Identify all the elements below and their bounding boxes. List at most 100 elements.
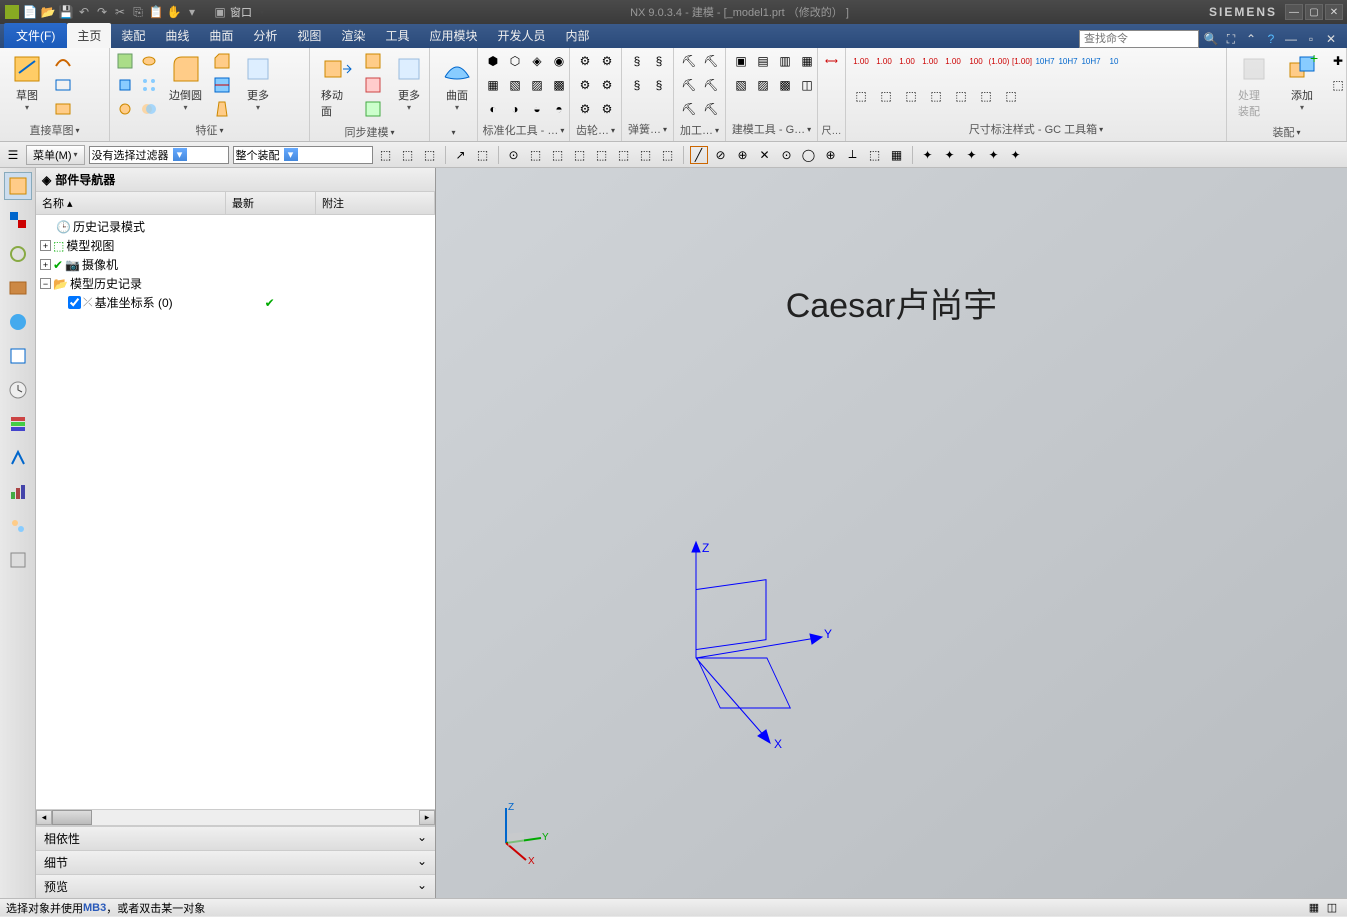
extra-3-icon[interactable]: ✦ <box>963 146 981 164</box>
search-icon[interactable]: 🔍 <box>1203 31 1219 47</box>
std-tool-3-icon[interactable]: ◈ <box>526 50 548 72</box>
mfg-4-icon[interactable]: ⛏ <box>700 74 722 96</box>
copy-icon[interactable]: ⎘ <box>130 4 146 20</box>
annot-6-icon[interactable]: ⬚ <box>975 85 997 107</box>
constraint-navigator-tab-icon[interactable] <box>4 240 32 268</box>
tab-curve[interactable]: 曲线 <box>155 23 199 48</box>
cut-icon[interactable]: ✂ <box>112 4 128 20</box>
visual-report-tab-icon[interactable] <box>4 478 32 506</box>
dim-9-icon[interactable]: 10H7 <box>1034 50 1056 72</box>
scroll-left-icon[interactable]: ◂ <box>36 810 52 825</box>
reuse-library-tab-icon[interactable] <box>4 274 32 302</box>
chevron-down-icon[interactable]: ▾ <box>715 126 719 135</box>
std-tool-2-icon[interactable]: ⬡ <box>504 50 526 72</box>
window-icon[interactable]: ▣ <box>212 4 228 20</box>
resize-face-icon[interactable] <box>362 50 384 72</box>
help-icon[interactable]: ? <box>1263 31 1279 47</box>
extra-5-icon[interactable]: ✦ <box>1007 146 1025 164</box>
model-tool-7-icon[interactable]: ▩ <box>774 74 796 96</box>
assembly-navigator-tab-icon[interactable] <box>4 206 32 234</box>
model-tool-3-icon[interactable]: ▥ <box>774 50 796 72</box>
minimize-ribbon-icon[interactable]: ⌃ <box>1243 31 1259 47</box>
sel-1-icon[interactable]: ⬚ <box>377 146 395 164</box>
sel-3-icon[interactable]: ⬚ <box>421 146 439 164</box>
tab-view[interactable]: 视图 <box>287 23 331 48</box>
mfg-1-icon[interactable]: ⛏ <box>678 50 700 72</box>
snap-perp-icon[interactable]: ⟂ <box>844 146 862 164</box>
snap-int-icon[interactable]: ✕ <box>756 146 774 164</box>
mfg-5-icon[interactable]: ⛏ <box>678 98 700 120</box>
snap-near-icon[interactable]: ⬚ <box>866 146 884 164</box>
tab-home[interactable]: 主页 <box>67 23 111 48</box>
dim-3-icon[interactable]: 1.00 <box>896 50 918 72</box>
assy-small-2-icon[interactable]: ⬚ <box>1327 74 1347 96</box>
spring-4-icon[interactable]: § <box>648 74 670 96</box>
std-tool-1-icon[interactable]: ⬢ <box>482 50 504 72</box>
tab-surface[interactable]: 曲面 <box>199 23 243 48</box>
chevron-down-icon[interactable]: ▾ <box>560 126 564 135</box>
extra-1-icon[interactable]: ✦ <box>919 146 937 164</box>
chamfer-icon[interactable] <box>211 50 233 72</box>
hd3d-tab-icon[interactable] <box>4 308 32 336</box>
sel-4-icon[interactable]: ↗ <box>452 146 470 164</box>
std-tool-7-icon[interactable]: ▨ <box>526 74 548 96</box>
teamcenter-tab-icon[interactable] <box>4 512 32 540</box>
model-tool-4-icon[interactable]: ▦ <box>796 50 818 72</box>
replace-face-icon[interactable] <box>362 98 384 120</box>
scope-combo[interactable]: 整个装配▾ <box>233 146 373 164</box>
sketch-profile-icon[interactable] <box>52 98 74 120</box>
tree-cameras[interactable]: + ✔ 📷 摄像机 <box>38 255 433 274</box>
sketch-rect-icon[interactable] <box>52 74 74 96</box>
layers-tab-icon[interactable] <box>4 410 32 438</box>
annot-5-icon[interactable]: ⬚ <box>950 85 972 107</box>
snap-end-icon[interactable]: ⊕ <box>734 146 752 164</box>
chevron-down-icon[interactable]: ▾ <box>1296 128 1300 137</box>
col-note[interactable]: 附注 <box>316 192 435 214</box>
snap-mid-icon[interactable]: ⊘ <box>712 146 730 164</box>
snap-4-icon[interactable]: ⬚ <box>571 146 589 164</box>
gear-1-icon[interactable]: ⚙ <box>574 50 596 72</box>
trim-icon[interactable] <box>211 74 233 96</box>
spring-1-icon[interactable]: § <box>626 50 648 72</box>
col-latest[interactable]: 最新 <box>226 192 316 214</box>
graphics-viewport[interactable]: Caesar卢尚宇 Z Y X Z Y X <box>436 168 1347 898</box>
chevron-down-icon[interactable]: ▾ <box>75 126 79 135</box>
file-menu-button[interactable]: 文件(F) <box>4 23 67 48</box>
col-name[interactable]: 名称 ▴ <box>36 192 226 214</box>
snap-7-icon[interactable]: ⬚ <box>637 146 655 164</box>
system-tab-icon[interactable] <box>4 546 32 574</box>
datum-plane-icon[interactable] <box>114 50 136 72</box>
navigator-hscroll[interactable]: ◂ ▸ <box>36 809 435 825</box>
sync-more-button[interactable]: 更多▾ <box>386 50 432 115</box>
chevron-down-icon[interactable]: ▾ <box>1099 125 1103 134</box>
expand-icon[interactable]: + <box>40 259 51 270</box>
inner-minimize-icon[interactable]: — <box>1283 31 1299 47</box>
tree-history-mode[interactable]: 🕒 历史记录模式 <box>38 217 433 236</box>
model-tool-1-icon[interactable]: ▣ <box>730 50 752 72</box>
snap-quad-icon[interactable]: ◯ <box>800 146 818 164</box>
gear-2-icon[interactable]: ⚙ <box>596 50 618 72</box>
snap-1-icon[interactable]: ⊙ <box>505 146 523 164</box>
chevron-down-icon[interactable]: ▾ <box>390 128 394 137</box>
scroll-thumb[interactable] <box>52 810 92 825</box>
inner-close-icon[interactable]: ✕ <box>1323 31 1339 47</box>
feature-more-button[interactable]: 更多▾ <box>235 50 281 115</box>
dim-7-icon[interactable]: (1.00) <box>988 50 1010 72</box>
tree-model-history[interactable]: − 📂 模型历史记录 <box>38 274 433 293</box>
mfg-2-icon[interactable]: ⛏ <box>700 50 722 72</box>
annot-4-icon[interactable]: ⬚ <box>925 85 947 107</box>
sketch-button[interactable]: 草图 ▾ <box>4 50 50 115</box>
tab-render[interactable]: 渲染 <box>331 23 375 48</box>
snap-grid-icon[interactable]: ▦ <box>888 146 906 164</box>
dim-5-icon[interactable]: 1.00 <box>942 50 964 72</box>
spring-2-icon[interactable]: § <box>648 50 670 72</box>
measure-icon[interactable]: ⟷ <box>822 50 841 72</box>
surface-button[interactable]: 曲面▾ <box>434 50 480 115</box>
std-tool-8-icon[interactable]: ▩ <box>548 74 570 96</box>
process-assembly-button[interactable]: 处理装配 <box>1231 50 1277 122</box>
dim-6-icon[interactable]: 100 <box>965 50 987 72</box>
datum-checkbox[interactable] <box>68 296 81 309</box>
snap-3-icon[interactable]: ⬚ <box>549 146 567 164</box>
annot-2-icon[interactable]: ⬚ <box>875 85 897 107</box>
maximize-button[interactable]: ▢ <box>1305 4 1323 20</box>
